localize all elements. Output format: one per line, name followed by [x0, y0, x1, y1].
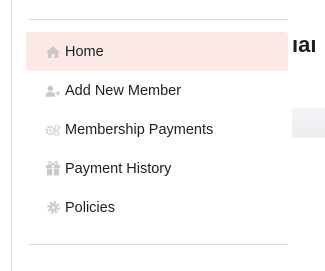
user-plus-icon [45, 83, 61, 99]
sidebar-border [11, 0, 12, 271]
home-icon [45, 44, 61, 60]
cogs-icon [45, 122, 61, 138]
sidebar-item-label: Policies [65, 199, 115, 216]
sidebar-bottom-divider [29, 244, 288, 245]
sidebar-item-label: Add New Member [65, 82, 182, 99]
sidebar-item-payment-history[interactable]: Payment History [26, 149, 288, 188]
main-content-area [292, 108, 325, 138]
sidebar-item-membership-payments[interactable]: Membership Payments [26, 110, 288, 149]
sidebar-item-label: Home [65, 43, 104, 60]
gear-icon [45, 200, 61, 216]
sidebar-item-policies[interactable]: Policies [26, 188, 288, 227]
sidebar-item-label: Membership Payments [65, 121, 214, 138]
gift-icon [45, 161, 61, 177]
sidebar-top-divider [29, 19, 288, 20]
sidebar-item-label: Payment History [65, 160, 172, 177]
sidebar-item-add-new-member[interactable]: Add New Member [26, 71, 288, 110]
page-title: ıaı [292, 32, 317, 57]
sidebar-nav: Home Add New Member Membership Payments [26, 32, 288, 227]
main-header-area [292, 8, 325, 118]
sidebar-item-home[interactable]: Home [26, 32, 288, 71]
